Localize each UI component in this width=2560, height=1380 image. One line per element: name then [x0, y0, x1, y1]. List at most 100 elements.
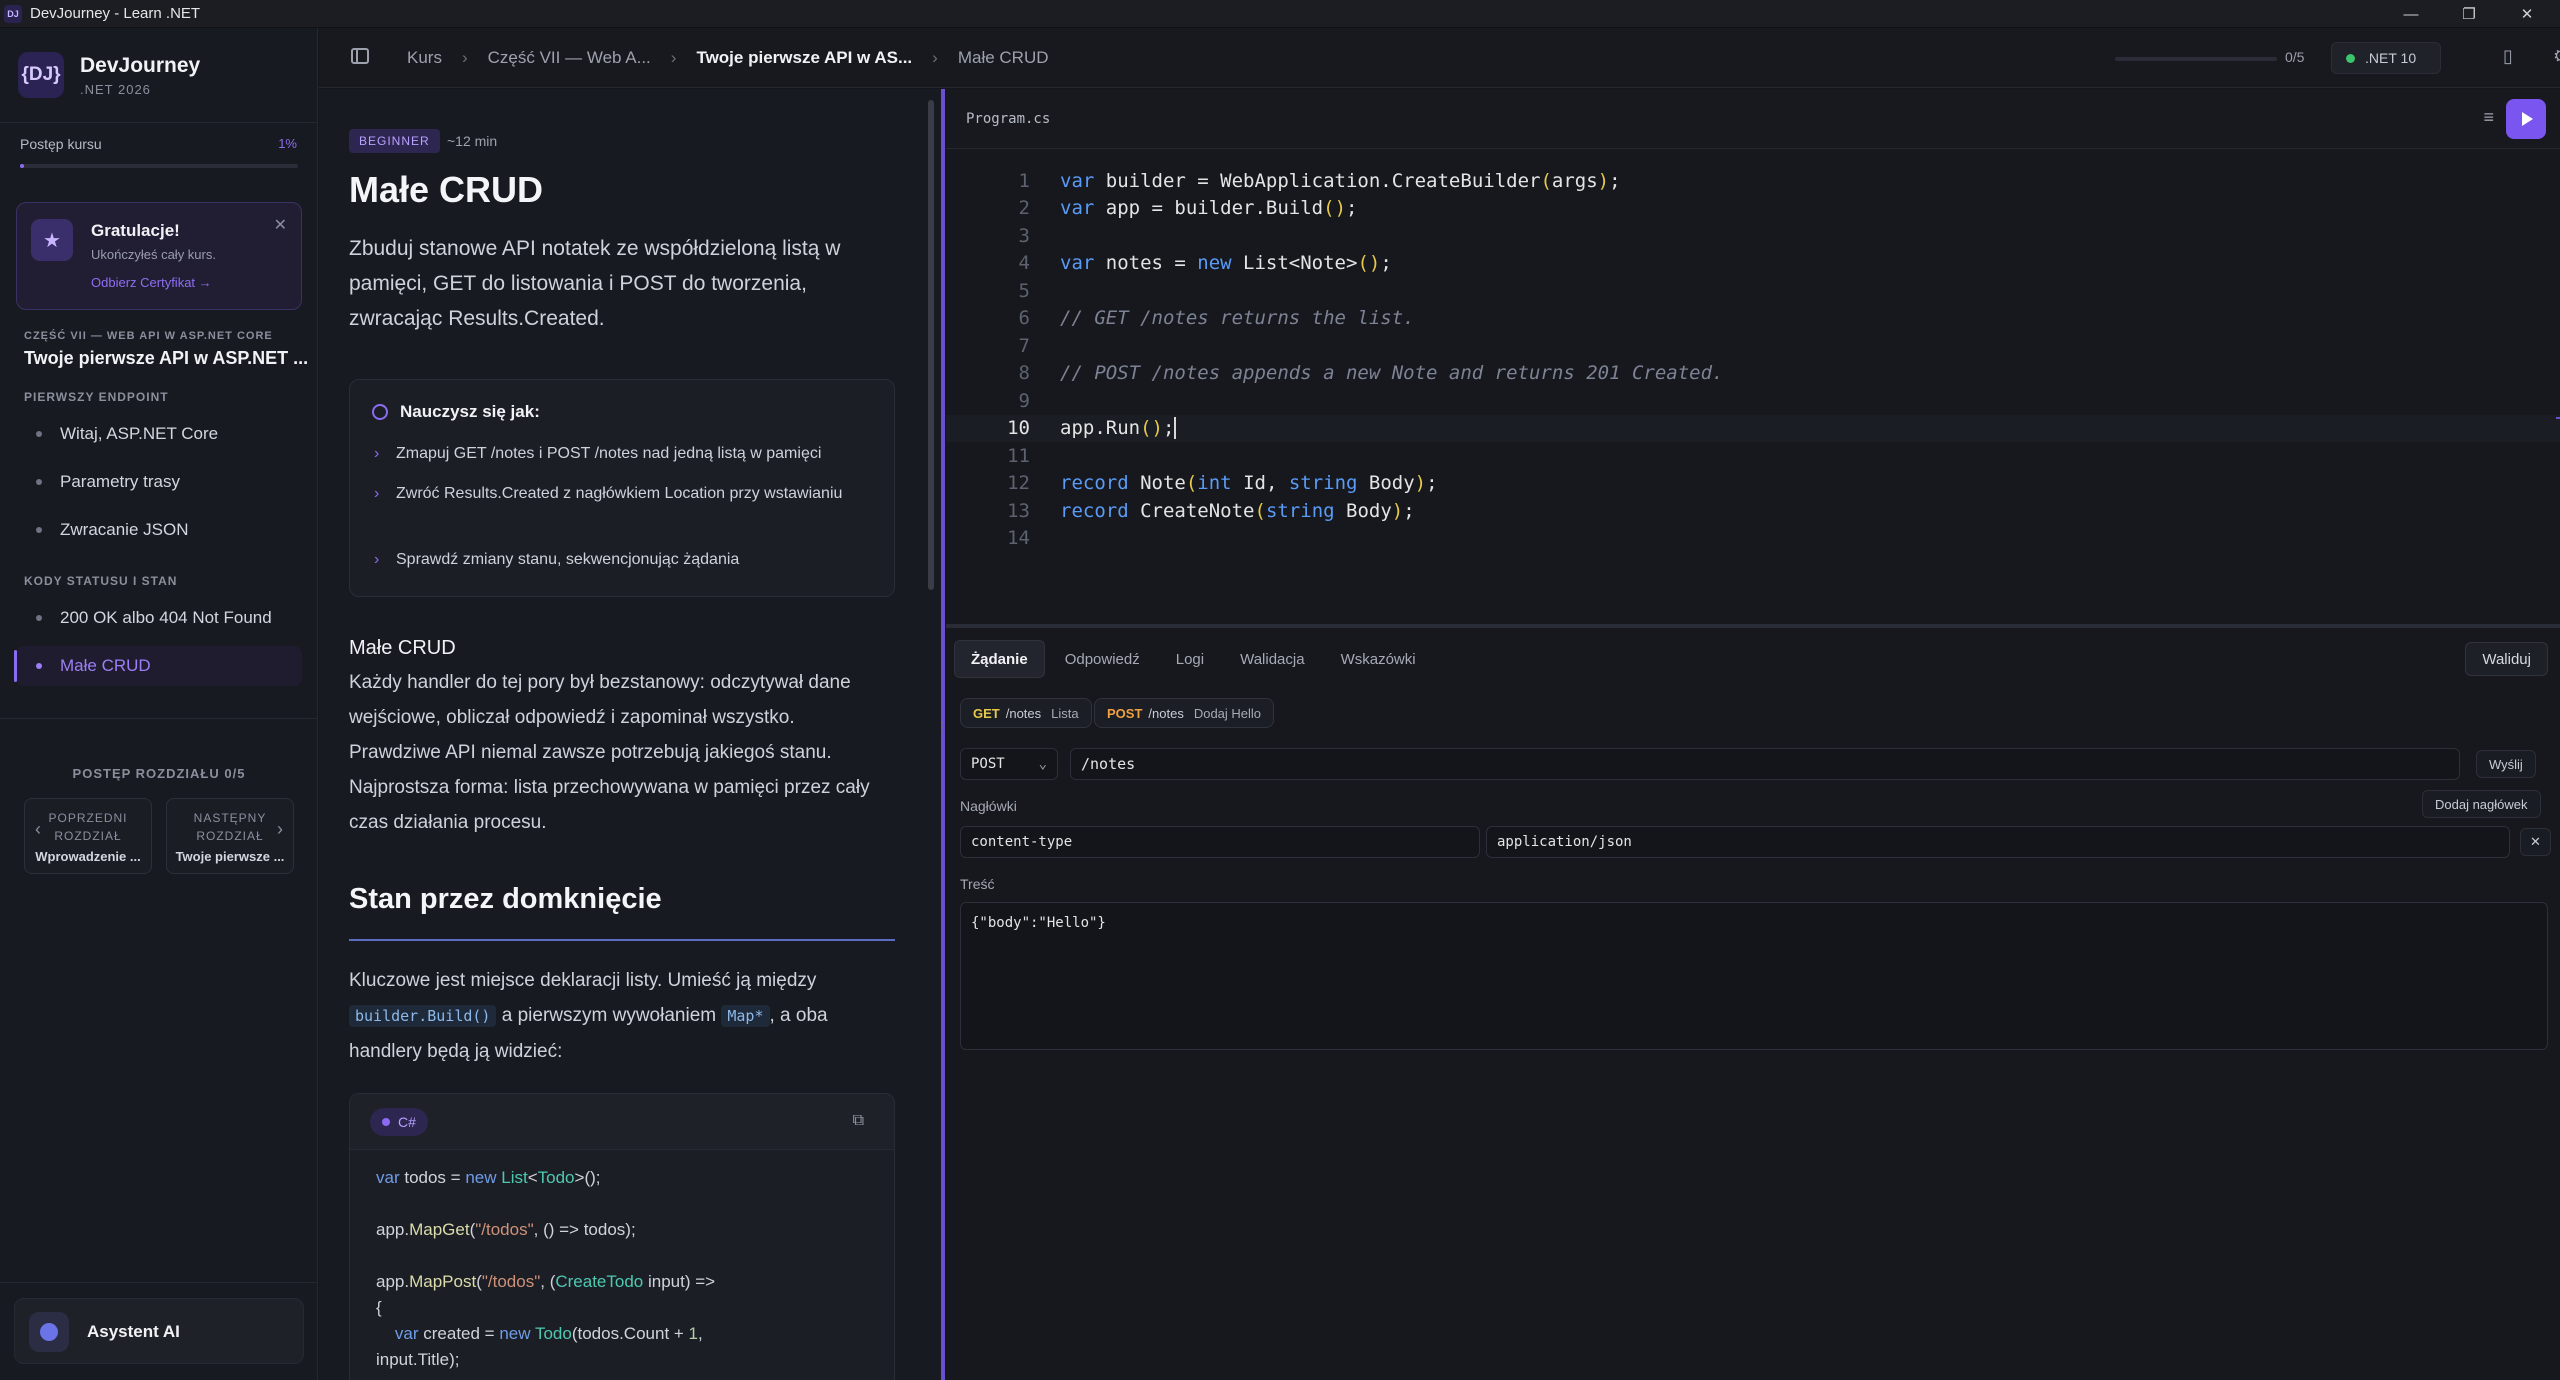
breadcrumb-course[interactable]: Kurs: [407, 48, 442, 68]
ai-assistant-button[interactable]: Asystent AI: [14, 1298, 304, 1364]
copy-icon[interactable]: ⧉: [853, 1112, 864, 1130]
sidebar: {DJ} DevJourney .NET 2026 Postęp kursu 1…: [0, 28, 318, 1380]
nav-item-small-crud[interactable]: Małe CRUD: [14, 646, 302, 686]
chapter-progress: POSTĘP ROZDZIAŁU 0/5: [72, 766, 246, 781]
tab-hints[interactable]: Wskazówki: [1325, 640, 1432, 678]
send-button[interactable]: Wyślij: [2476, 750, 2536, 778]
editor-line[interactable]: 8 // POST /notes appends a new Note and r…: [946, 360, 2560, 387]
close-icon[interactable]: ✕: [2498, 0, 2556, 28]
chevron-down-icon: ⌄: [1038, 756, 1047, 772]
line-number: 3: [1018, 224, 1030, 247]
line-number: 7: [1018, 334, 1030, 357]
tab-logs[interactable]: Logi: [1160, 640, 1220, 678]
body-input[interactable]: {"body":"Hello"}: [960, 902, 2548, 1050]
chevron-right-icon: ›: [932, 48, 938, 67]
course-progress-bar: [20, 164, 298, 168]
learning-goals: Nauczysz się jak: Zmapuj GET /notes i PO…: [349, 379, 895, 597]
format-icon[interactable]: ≡: [2483, 107, 2494, 128]
preset-path: /notes: [1005, 705, 1042, 721]
editor-line[interactable]: 6 // GET /notes returns the list.: [946, 305, 2560, 332]
runtime-badge[interactable]: .NET 10: [2331, 42, 2441, 74]
tab-validation[interactable]: Walidacja: [1224, 640, 1320, 678]
preset-label: Dodaj Hello: [1193, 705, 1262, 721]
editor-line[interactable]: 7: [946, 332, 2560, 359]
line-number: 13: [1007, 499, 1030, 522]
line-number: 2: [1018, 197, 1030, 219]
nav-item-hello[interactable]: Witaj, ASP.NET Core: [16, 414, 302, 454]
code-example: C# ⧉ var todos = new List<Todo>(); app.Ma…: [349, 1093, 895, 1380]
line-content: // GET /notes returns the list.: [1060, 307, 1415, 329]
next-chapter-button[interactable]: › NASTĘPNY ROZDZIAŁ Twoje pierwsze ...: [166, 798, 294, 874]
line-number: 8: [1018, 362, 1030, 384]
header-value-input[interactable]: application/json: [1486, 826, 2510, 858]
line-content: var builder = WebApplication.CreateBuild…: [1060, 169, 1621, 192]
tab-response[interactable]: Odpowiedź: [1049, 640, 1156, 678]
prev-chapter-label-2: ROZDZIAŁ: [54, 829, 122, 843]
section-label-status-codes: KODY STATUSU I STAN: [24, 574, 178, 588]
header-key-input[interactable]: content-type: [960, 826, 1480, 858]
gear-icon[interactable]: ⚙: [2553, 46, 2560, 67]
breadcrumb-lesson: Małe CRUD: [957, 48, 1049, 67]
line-content: var notes = new List<Note>();: [1060, 252, 1392, 274]
editor-line[interactable]: 11: [946, 442, 2560, 469]
top-bar: Kurs › Część VII — Web A... › Twoje pier…: [319, 28, 2560, 88]
book-icon[interactable]: ▯: [2503, 46, 2513, 67]
editor-line[interactable]: 5: [946, 277, 2560, 304]
url-input[interactable]: /notes: [1070, 748, 2460, 780]
editor-line[interactable]: 1 var builder = WebApplication.CreateBuil…: [946, 167, 2560, 194]
toggle-sidebar-icon[interactable]: [351, 48, 369, 64]
breadcrumb-chapter[interactable]: Twoje pierwsze API w AS...: [696, 48, 912, 68]
next-chapter-label-1: NASTĘPNY: [193, 811, 267, 825]
section-heading: Stan przez domknięcie: [349, 883, 662, 915]
lesson-scrollbar[interactable]: [928, 100, 934, 590]
star-icon: ★: [31, 219, 73, 261]
nav-item-return-json[interactable]: Zwracanie JSON: [16, 510, 302, 550]
file-tab[interactable]: Program.cs: [966, 111, 1050, 127]
certificate-link[interactable]: Odbierz Certyfikat →: [91, 275, 212, 290]
line-number: 5: [1018, 279, 1030, 302]
editor-line[interactable]: 4 var notes = new List<Note>();: [946, 250, 2560, 277]
restore-icon[interactable]: ❐: [2440, 0, 2498, 28]
lesson-paragraph-2: Kluczowe jest miejsce deklaracji listy. …: [349, 963, 895, 1069]
editor-line[interactable]: 3: [946, 222, 2560, 249]
nav-item-label: Witaj, ASP.NET Core: [60, 424, 219, 443]
line-number: 11: [1007, 444, 1030, 467]
minimize-icon[interactable]: —: [2382, 0, 2440, 28]
request-panel: Żądanie Odpowiedź Logi Walidacja Wskazów…: [946, 628, 2560, 1380]
editor-line[interactable]: 2 var app = builder.Build();: [946, 195, 2560, 222]
run-button[interactable]: [2506, 99, 2546, 139]
bullet-icon: [36, 615, 42, 621]
nav-item-label: Parametry trasy: [60, 472, 180, 491]
editor-line[interactable]: 14: [946, 525, 2560, 552]
preset-post-notes[interactable]: POST /notes Dodaj Hello: [1094, 698, 1275, 728]
editor-line[interactable]: 9: [946, 387, 2560, 414]
line-content: // POST /notes appends a new Note and re…: [1060, 362, 1724, 384]
p2-text-2: a pierwszym wywołaniem: [501, 1005, 717, 1026]
line-content: record CreateNote(string Body);: [1060, 499, 1415, 522]
validate-button[interactable]: Waliduj: [2465, 642, 2548, 676]
breadcrumb-part[interactable]: Część VII — Web A...: [488, 48, 651, 68]
nav-item-200-404[interactable]: 200 OK albo 404 Not Found: [16, 598, 302, 638]
line-content: app.Run();: [1060, 416, 1177, 440]
body-label: Treść: [960, 876, 995, 892]
editor-line[interactable]: 10 app.Run();: [946, 414, 2560, 442]
preset-get-notes[interactable]: GET /notes Lista: [960, 698, 1092, 728]
language-label: C#: [398, 1114, 416, 1130]
editor-line[interactable]: 13 record CreateNote(string Body);: [946, 497, 2560, 524]
remove-header-icon[interactable]: ✕: [2520, 828, 2551, 856]
assistant-label: Asystent AI: [87, 1322, 180, 1341]
prev-chapter-button[interactable]: ‹ POPRZEDNI ROZDZIAŁ Wprowadzenie ...: [24, 798, 152, 874]
method-select[interactable]: POST ⌄: [960, 748, 1058, 780]
line-content: record Note(int Id, string Body);: [1060, 472, 1438, 494]
nav-item-route-params[interactable]: Parametry trasy: [16, 462, 302, 502]
line-number: 9: [1018, 389, 1030, 412]
dismiss-icon[interactable]: ✕: [274, 215, 287, 235]
line-number: 10: [1007, 417, 1030, 439]
lesson-progress-count: 0/5: [2285, 49, 2305, 65]
chevron-right-icon: ›: [670, 48, 677, 67]
pane-splitter[interactable]: [941, 89, 945, 1380]
editor-line[interactable]: 12 record Note(int Id, string Body);: [946, 470, 2560, 497]
tab-request[interactable]: Żądanie: [954, 640, 1045, 678]
add-header-button[interactable]: Dodaj nagłówek: [2422, 790, 2541, 818]
language-badge: C#: [370, 1108, 428, 1136]
